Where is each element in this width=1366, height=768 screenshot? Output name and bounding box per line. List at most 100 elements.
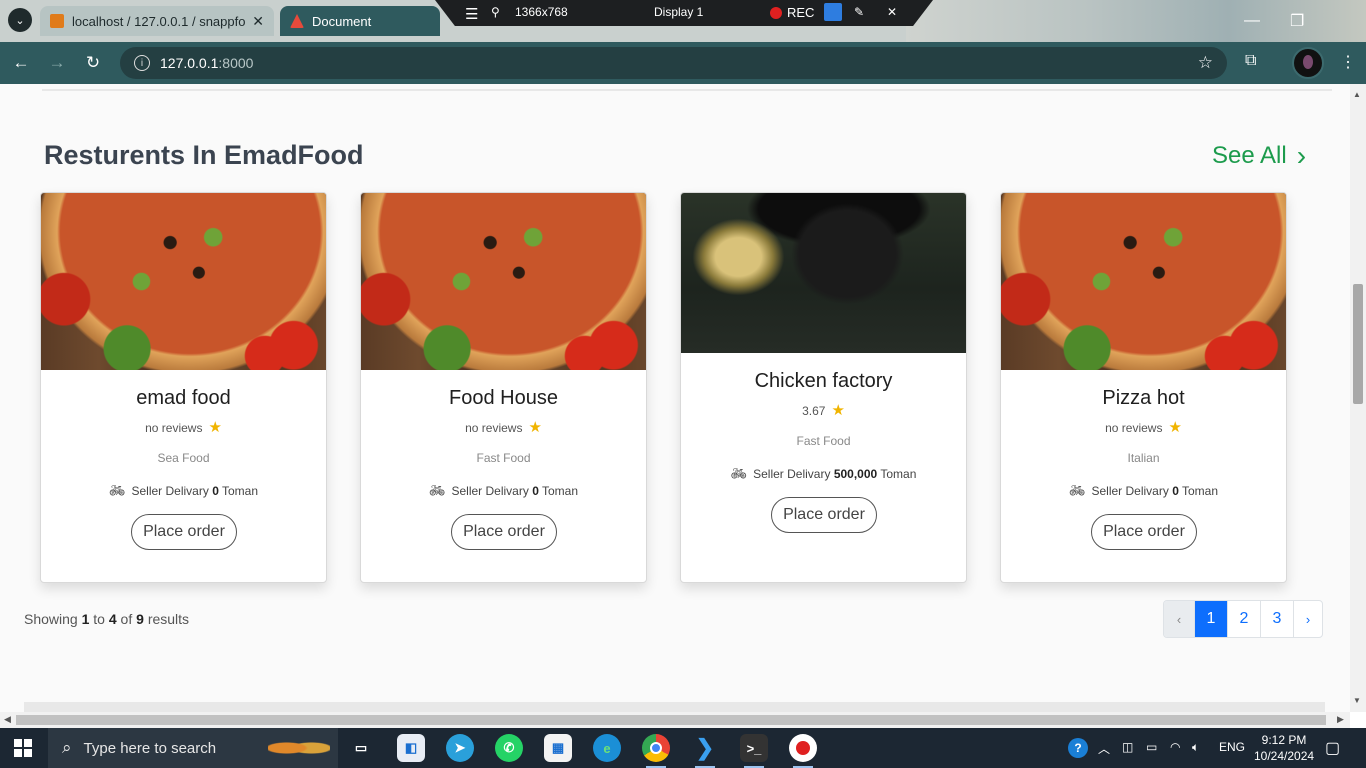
- clock[interactable]: 9:12 PM 10/24/2024: [1254, 732, 1314, 764]
- star-icon: ★: [831, 402, 845, 419]
- whatsapp-icon[interactable]: ✆: [495, 734, 523, 762]
- telegram-icon[interactable]: ➤: [446, 734, 474, 762]
- bicycle-icon: 🚲︎: [428, 483, 446, 498]
- bicycle-icon: 🚲︎: [108, 483, 126, 498]
- search-placeholder: Type here to search: [83, 739, 217, 757]
- restaurant-rating: no reviews ★: [145, 419, 222, 436]
- close-icon[interactable]: ✕: [887, 5, 897, 19]
- delivery-info: 🚲︎ Seller Delivary 0 Toman: [1068, 483, 1219, 498]
- terminal-icon[interactable]: >_: [740, 734, 768, 768]
- menu-icon[interactable]: ☰: [465, 5, 478, 23]
- battery-icon[interactable]: ▭: [1146, 740, 1157, 754]
- pen-icon[interactable]: ✎: [854, 5, 864, 19]
- restaurant-name: Food House: [449, 387, 558, 409]
- taskbar-search[interactable]: ⌕ Type here to search: [48, 728, 338, 768]
- address-bar[interactable]: i 127.0.0.1 :8000 ☆: [120, 47, 1227, 79]
- restaurant-card: Chicken factory 3.67 ★ Fast Food 🚲︎ Seller…: [680, 192, 967, 583]
- scroll-up-icon[interactable]: ▲: [1353, 90, 1361, 99]
- star-icon: ★: [528, 419, 542, 436]
- footer-edge: [24, 702, 1325, 712]
- delivery-info: 🚲︎ Seller Delivary 0 Toman: [108, 483, 259, 498]
- language-indicator[interactable]: ENG: [1219, 740, 1245, 754]
- pin-icon[interactable]: ⚲: [491, 5, 500, 19]
- clock-time: 9:12 PM: [1261, 733, 1307, 747]
- task-view-icon[interactable]: ▭: [347, 734, 375, 762]
- microsoft-store-icon[interactable]: ▦: [544, 734, 572, 762]
- meet-icon[interactable]: ◫: [1122, 740, 1133, 754]
- screen-recorder-icon[interactable]: [789, 734, 817, 768]
- scrollbar-thumb[interactable]: [1353, 284, 1363, 404]
- browser-tab-document[interactable]: Document: [280, 6, 440, 36]
- restaurant-card: Pizza hot no reviews ★ Italian 🚲︎ Seller D…: [1000, 192, 1287, 583]
- horizontal-scrollbar[interactable]: ◀ ▶: [0, 712, 1350, 728]
- scroll-left-icon[interactable]: ◀: [4, 714, 11, 725]
- recorder-display[interactable]: Display 1: [654, 5, 703, 19]
- bookmark-star-icon[interactable]: ☆: [1198, 53, 1213, 73]
- restaurant-category: Sea Food: [157, 451, 210, 465]
- profile-avatar[interactable]: [1292, 47, 1324, 79]
- file-explorer-icon[interactable]: ◧: [397, 734, 425, 762]
- pizza-image: [361, 193, 646, 370]
- section-divider: [42, 89, 1332, 91]
- windows-start-icon[interactable]: [14, 739, 32, 757]
- url-port: :8000: [218, 55, 254, 71]
- pagination: ‹ 1 2 3 ›: [1163, 600, 1323, 638]
- recorder-resolution: 1366x768: [515, 5, 568, 19]
- tab-search-button[interactable]: ⌄: [8, 8, 32, 32]
- restaurant-rating: 3.67 ★: [802, 402, 845, 419]
- scroll-down-icon[interactable]: ▼: [1353, 696, 1361, 705]
- restaurant-category: Italian: [1127, 451, 1160, 465]
- restaurant-name: emad food: [136, 387, 231, 409]
- minimize-icon[interactable]: —: [1244, 12, 1260, 30]
- scrollbar-thumb[interactable]: [16, 715, 1326, 725]
- wifi-icon[interactable]: ◠: [1170, 740, 1180, 754]
- place-order-button[interactable]: Place order: [771, 497, 877, 533]
- chevron-up-icon[interactable]: ︿: [1098, 740, 1110, 757]
- place-order-button[interactable]: Place order: [451, 514, 557, 550]
- camera-icon[interactable]: [824, 3, 842, 21]
- chrome-icon[interactable]: [642, 734, 670, 768]
- forward-arrow-icon[interactable]: →: [46, 52, 68, 74]
- extensions-icon[interactable]: ⧉: [1245, 52, 1256, 70]
- delivery-info: 🚲︎ Seller Delivary 500,000 Toman: [730, 466, 917, 481]
- vertical-scrollbar[interactable]: ▲ ▼: [1350, 84, 1366, 712]
- results-summary: Showing 1 to 4 of 9 results: [24, 611, 190, 627]
- restaurant-card: Food House no reviews ★ Fast Food 🚲︎ Selle…: [360, 192, 647, 583]
- site-info-icon[interactable]: i: [134, 55, 150, 71]
- chevron-right-icon: ›: [1296, 140, 1307, 171]
- restaurant-name: Chicken factory: [754, 370, 893, 392]
- delivery-info: 🚲︎ Seller Delivary 0 Toman: [428, 483, 579, 498]
- see-all-link[interactable]: See All ›: [1212, 140, 1306, 172]
- restaurant-name: Pizza hot: [1102, 387, 1185, 409]
- tab-title: Document: [312, 13, 372, 29]
- laravel-favicon-icon: [290, 14, 304, 28]
- pizza-image: [1001, 193, 1286, 370]
- autumn-leaves-icon: [268, 736, 330, 760]
- place-order-button[interactable]: Place order: [131, 514, 237, 550]
- pagination-next-button[interactable]: ›: [1293, 601, 1322, 637]
- star-icon: ★: [1168, 419, 1182, 436]
- edge-icon[interactable]: e: [593, 734, 621, 762]
- browser-tab-phpmyadmin[interactable]: localhost / 127.0.0.1 / snappfoo ✕: [40, 6, 274, 36]
- url-host: 127.0.0.1: [160, 55, 219, 71]
- notification-icon[interactable]: ▢: [1325, 738, 1340, 758]
- volume-icon[interactable]: 🔈︎: [1192, 740, 1199, 755]
- pagination-page-2[interactable]: 2: [1227, 601, 1260, 637]
- pagination-prev-button[interactable]: ‹: [1164, 601, 1194, 637]
- tab-title: localhost / 127.0.0.1 / snappfoo: [72, 13, 247, 29]
- bicycle-icon: 🚲︎: [730, 466, 748, 481]
- browser-tab-strip: ⌄ localhost / 127.0.0.1 / snappfoo ✕ Doc…: [0, 0, 1366, 42]
- pagination-page-3[interactable]: 3: [1260, 601, 1293, 637]
- phpmyadmin-favicon-icon: [50, 14, 64, 28]
- more-menu-icon[interactable]: ⋮: [1340, 52, 1356, 72]
- place-order-button[interactable]: Place order: [1091, 514, 1197, 550]
- reload-icon[interactable]: ↻: [82, 52, 104, 74]
- rec-button[interactable]: REC: [787, 5, 814, 20]
- pagination-page-1[interactable]: 1: [1194, 601, 1227, 637]
- scroll-right-icon[interactable]: ▶: [1337, 714, 1344, 725]
- maximize-icon[interactable]: ❐: [1290, 11, 1304, 31]
- back-arrow-icon[interactable]: ←: [10, 52, 32, 74]
- vscode-icon[interactable]: ❯: [691, 734, 719, 768]
- help-icon[interactable]: ?: [1068, 738, 1088, 758]
- close-icon[interactable]: ✕: [252, 13, 264, 30]
